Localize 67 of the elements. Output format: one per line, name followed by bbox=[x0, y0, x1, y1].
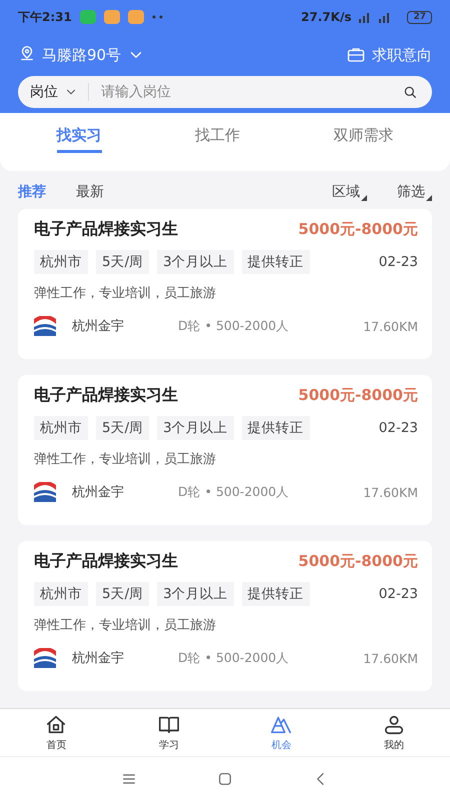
job-title: 电子产品焊接实习生 bbox=[34, 385, 178, 406]
notification-icon bbox=[104, 10, 120, 24]
sort-option[interactable]: 最新 bbox=[76, 183, 104, 201]
benefits-text: 弹性工作，专业培训，员工旅游 bbox=[34, 617, 217, 634]
job-card[interactable]: 电子产品焊接实习生 5000元-8000元 杭州市 5天/周 3个月以上 提供转正 02-23 弹性工作，专业培训，员工旅游 杭州金宇 D轮 • 500-2000人 17.60KM bbox=[18, 541, 432, 691]
distance: 17.60KM bbox=[363, 318, 418, 334]
briefcase-icon bbox=[346, 46, 366, 64]
company-logo-icon bbox=[34, 482, 56, 502]
status-time: 下午2:31 bbox=[18, 8, 72, 26]
dropdown-triangle-icon bbox=[361, 195, 367, 201]
job-intent-link[interactable]: 求职意向 bbox=[372, 46, 432, 64]
company-info: D轮 • 500-2000人 bbox=[178, 650, 290, 666]
job-title: 电子产品焊接实习生 bbox=[34, 219, 178, 240]
location-text[interactable]: 马滕路90号 bbox=[42, 46, 122, 64]
post-date: 02-23 bbox=[378, 254, 418, 270]
nav-tab[interactable]: 机会 bbox=[225, 709, 338, 756]
benefits-text: 弹性工作，专业培训，员工旅游 bbox=[34, 451, 217, 468]
category-select[interactable]: 岗位 bbox=[30, 83, 58, 101]
distance: 17.60KM bbox=[363, 650, 418, 666]
job-tag: 3个月以上 bbox=[157, 582, 234, 606]
job-tag: 5天/周 bbox=[96, 582, 150, 606]
job-card[interactable]: 电子产品焊接实习生 5000元-8000元 杭州市 5天/周 3个月以上 提供转正 02-23 弹性工作，专业培训，员工旅游 杭州金宇 D轮 • 500-2000人 17.60KM bbox=[18, 375, 432, 525]
company-info: D轮 • 500-2000人 bbox=[178, 318, 290, 334]
user-icon bbox=[382, 714, 405, 736]
post-date: 02-23 bbox=[378, 420, 418, 436]
company-logo-icon bbox=[34, 648, 56, 668]
notification-icon bbox=[128, 10, 144, 24]
battery-level: 27 bbox=[407, 10, 432, 24]
job-tag: 5天/周 bbox=[96, 250, 150, 274]
company-name: 杭州金宇 bbox=[72, 318, 125, 335]
home-icon bbox=[45, 714, 68, 736]
job-tag: 杭州市 bbox=[34, 582, 88, 606]
company-logo-icon bbox=[34, 316, 56, 336]
post-date: 02-23 bbox=[378, 586, 418, 602]
job-title: 电子产品焊接实习生 bbox=[34, 551, 178, 572]
job-tag: 3个月以上 bbox=[157, 416, 234, 440]
job-tag: 5天/周 bbox=[96, 416, 150, 440]
search-icon bbox=[402, 84, 418, 100]
job-tag: 杭州市 bbox=[34, 250, 88, 274]
home-button-icon bbox=[217, 770, 233, 786]
nav-tab[interactable]: 学习 bbox=[112, 709, 225, 756]
search-field[interactable]: 岗位 请输入岗位 bbox=[18, 76, 432, 108]
filter-dropdown[interactable]: 区域 bbox=[332, 183, 367, 201]
dropdown-triangle-icon bbox=[426, 195, 432, 201]
filter-dropdown[interactable]: 筛选 bbox=[397, 183, 432, 201]
network-speed: 27.7K/s bbox=[301, 10, 352, 24]
distance: 17.60KM bbox=[363, 484, 418, 500]
salary: 5000元-8000元 bbox=[298, 552, 418, 571]
job-tag: 提供转正 bbox=[242, 582, 310, 606]
company-name: 杭州金宇 bbox=[72, 484, 125, 501]
job-tag: 杭州市 bbox=[34, 416, 88, 440]
tab[interactable]: 找实习 bbox=[56, 113, 102, 153]
tab[interactable]: 找工作 bbox=[194, 113, 240, 153]
chat-app-icon bbox=[80, 10, 96, 24]
job-tag: 提供转正 bbox=[242, 250, 310, 274]
tab[interactable]: 双师需求 bbox=[333, 113, 394, 153]
company-name: 杭州金宇 bbox=[72, 650, 125, 667]
nav-tab[interactable]: 首页 bbox=[0, 709, 112, 756]
more-icon bbox=[152, 15, 164, 19]
benefits-text: 弹性工作，专业培训，员工旅游 bbox=[34, 285, 217, 302]
job-card[interactable]: 电子产品焊接实习生 5000元-8000元 杭州市 5天/周 3个月以上 提供转正 02-23 弹性工作，专业培训，员工旅游 杭州金宇 D轮 • 500-2000人 17.60KM bbox=[18, 209, 432, 359]
nav-tab[interactable]: 我的 bbox=[338, 709, 450, 756]
salary: 5000元-8000元 bbox=[298, 386, 418, 405]
salary: 5000元-8000元 bbox=[298, 220, 418, 239]
job-tag: 提供转正 bbox=[242, 416, 310, 440]
company-info: D轮 • 500-2000人 bbox=[178, 484, 290, 500]
job-tag: 3个月以上 bbox=[157, 250, 234, 274]
